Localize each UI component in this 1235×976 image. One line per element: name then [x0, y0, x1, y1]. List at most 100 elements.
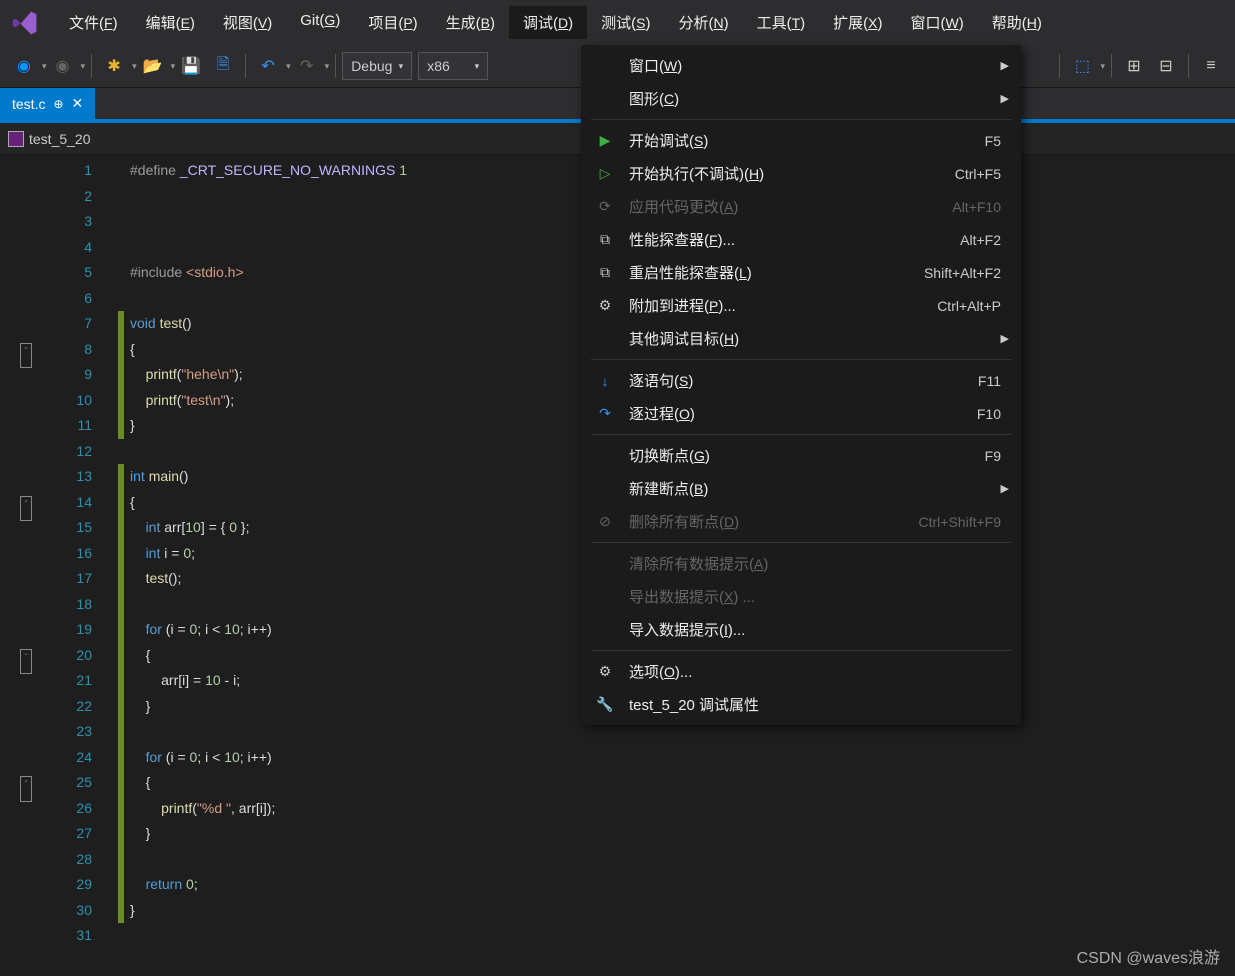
menu-item[interactable]: ▷开始执行(不调试)(H)Ctrl+F5 [581, 157, 1021, 190]
code-line[interactable]: for (i = 0; i < 10; i++) [118, 745, 1235, 771]
menu-x[interactable]: 扩展(X) [819, 6, 896, 39]
line-number[interactable]: 10 [0, 388, 92, 414]
menu-b[interactable]: 生成(B) [432, 6, 509, 39]
new-file-button[interactable]: ✱ [100, 52, 128, 80]
config-dropdown[interactable]: Debug▾ [342, 52, 412, 80]
close-icon[interactable]: ✕ [72, 95, 84, 112]
chevron-down-icon[interactable]: ▾ [286, 61, 291, 72]
menu-label: 删除所有断点(D) [629, 511, 919, 532]
pin-icon[interactable]: ⊕ [53, 97, 63, 111]
menu-icon: ↷ [593, 405, 617, 422]
menu-h[interactable]: 帮助(H) [978, 6, 1056, 39]
menu-item[interactable]: ⚙附加到进程(P)...Ctrl+Alt+P [581, 289, 1021, 322]
menu-item[interactable]: 新建断点(B)▶ [581, 472, 1021, 505]
line-number[interactable]: 7- [0, 311, 92, 337]
nav-back-button[interactable]: ◉ [10, 52, 38, 80]
chevron-down-icon: ▾ [325, 61, 330, 72]
tool-icon[interactable]: ⊟ [1152, 52, 1180, 80]
open-file-button[interactable]: 📂 [139, 52, 167, 80]
chevron-down-icon[interactable]: ▾ [132, 61, 137, 72]
line-number[interactable]: 18 [0, 592, 92, 618]
platform-dropdown[interactable]: x86▾ [418, 52, 488, 80]
line-number[interactable]: 3 [0, 209, 92, 235]
line-number[interactable]: 11 [0, 413, 92, 439]
tool-icon[interactable]: ≡ [1197, 52, 1225, 80]
line-number[interactable]: 8 [0, 337, 92, 363]
redo-button[interactable]: ↷ [293, 52, 321, 80]
line-gutter[interactable]: 1234567-8910111213-141516171819-20212223… [0, 155, 118, 965]
code-line[interactable] [118, 847, 1235, 873]
menu-item[interactable]: ▶开始调试(S)F5 [581, 124, 1021, 157]
line-number[interactable]: 28 [0, 847, 92, 873]
save-all-button[interactable]: 🗎 [209, 52, 237, 80]
menu-item: 清除所有数据提示(A) [581, 547, 1021, 580]
code-line[interactable]: printf("%d ", arr[i]); [118, 796, 1235, 822]
menu-item[interactable]: 导入数据提示(I)... [581, 613, 1021, 646]
line-number[interactable]: 19- [0, 617, 92, 643]
chevron-down-icon[interactable]: ▾ [42, 61, 47, 72]
menu-item[interactable]: 其他调试目标(H)▶ [581, 322, 1021, 355]
line-number[interactable]: 30 [0, 898, 92, 924]
line-number[interactable]: 27 [0, 821, 92, 847]
line-number[interactable]: 23 [0, 719, 92, 745]
menu-g[interactable]: Git(G) [286, 6, 354, 39]
tab-testc[interactable]: test.c ⊕ ✕ [0, 88, 95, 119]
line-number[interactable]: 2 [0, 184, 92, 210]
separator [245, 54, 246, 78]
line-number[interactable]: 5 [0, 260, 92, 286]
menu-shortcut: Ctrl+F5 [955, 166, 1001, 182]
menu-s[interactable]: 测试(S) [587, 6, 664, 39]
menu-item[interactable]: ⚙选项(O)... [581, 655, 1021, 688]
menu-t[interactable]: 工具(T) [743, 6, 820, 39]
menu-w[interactable]: 窗口(W) [897, 6, 978, 39]
menu-item[interactable]: ⧉性能探查器(F)...Alt+F2 [581, 223, 1021, 256]
save-button[interactable]: 💾 [177, 52, 205, 80]
line-number[interactable]: 29 [0, 872, 92, 898]
menu-f[interactable]: 文件(F) [55, 6, 132, 39]
menu-item[interactable]: ↓逐语句(S)F11 [581, 364, 1021, 397]
line-number[interactable]: 22 [0, 694, 92, 720]
line-number[interactable]: 16 [0, 541, 92, 567]
line-number[interactable]: 31 [0, 923, 92, 949]
menu-item[interactable]: ↷逐过程(O)F10 [581, 397, 1021, 430]
line-number[interactable]: 13- [0, 464, 92, 490]
menu-item[interactable]: 🔧test_5_20 调试属性 [581, 688, 1021, 721]
line-number[interactable]: 21 [0, 668, 92, 694]
line-number[interactable]: 12 [0, 439, 92, 465]
separator [1188, 54, 1189, 78]
nav-forward-button[interactable]: ◉ [49, 52, 77, 80]
code-line[interactable] [118, 923, 1235, 949]
undo-button[interactable]: ↶ [254, 52, 282, 80]
menu-item[interactable]: 图形(C)▶ [581, 82, 1021, 115]
line-number[interactable]: 26 [0, 796, 92, 822]
line-number[interactable]: 6 [0, 286, 92, 312]
line-number[interactable]: 15 [0, 515, 92, 541]
line-number[interactable]: 14 [0, 490, 92, 516]
line-number[interactable]: 25 [0, 770, 92, 796]
separator [91, 54, 92, 78]
menu-n[interactable]: 分析(N) [664, 6, 742, 39]
menu-item[interactable]: 窗口(W)▶ [581, 49, 1021, 82]
menu-p[interactable]: 项目(P) [354, 6, 431, 39]
line-number[interactable]: 1 [0, 158, 92, 184]
separator [1111, 54, 1112, 78]
line-number[interactable]: 4 [0, 235, 92, 261]
menu-v[interactable]: 视图(V) [209, 6, 286, 39]
tool-icon[interactable]: ⊞ [1120, 52, 1148, 80]
line-number[interactable]: 24- [0, 745, 92, 771]
code-line[interactable]: } [118, 821, 1235, 847]
line-number[interactable]: 9 [0, 362, 92, 388]
menu-e[interactable]: 编辑(E) [132, 6, 209, 39]
code-line[interactable]: { [118, 770, 1235, 796]
code-line[interactable]: return 0; [118, 872, 1235, 898]
code-line[interactable]: } [118, 898, 1235, 924]
chevron-down-icon[interactable]: ▾ [1100, 61, 1105, 72]
tool-icon[interactable]: ⬚ [1068, 52, 1096, 80]
menu-item[interactable]: ⧉重启性能探查器(L)Shift+Alt+F2 [581, 256, 1021, 289]
chevron-down-icon[interactable]: ▾ [171, 61, 176, 72]
context-dropdown[interactable]: test_5_20 [8, 131, 91, 147]
menu-item[interactable]: 切换断点(G)F9 [581, 439, 1021, 472]
line-number[interactable]: 20 [0, 643, 92, 669]
menu-d[interactable]: 调试(D) [509, 6, 587, 39]
line-number[interactable]: 17 [0, 566, 92, 592]
